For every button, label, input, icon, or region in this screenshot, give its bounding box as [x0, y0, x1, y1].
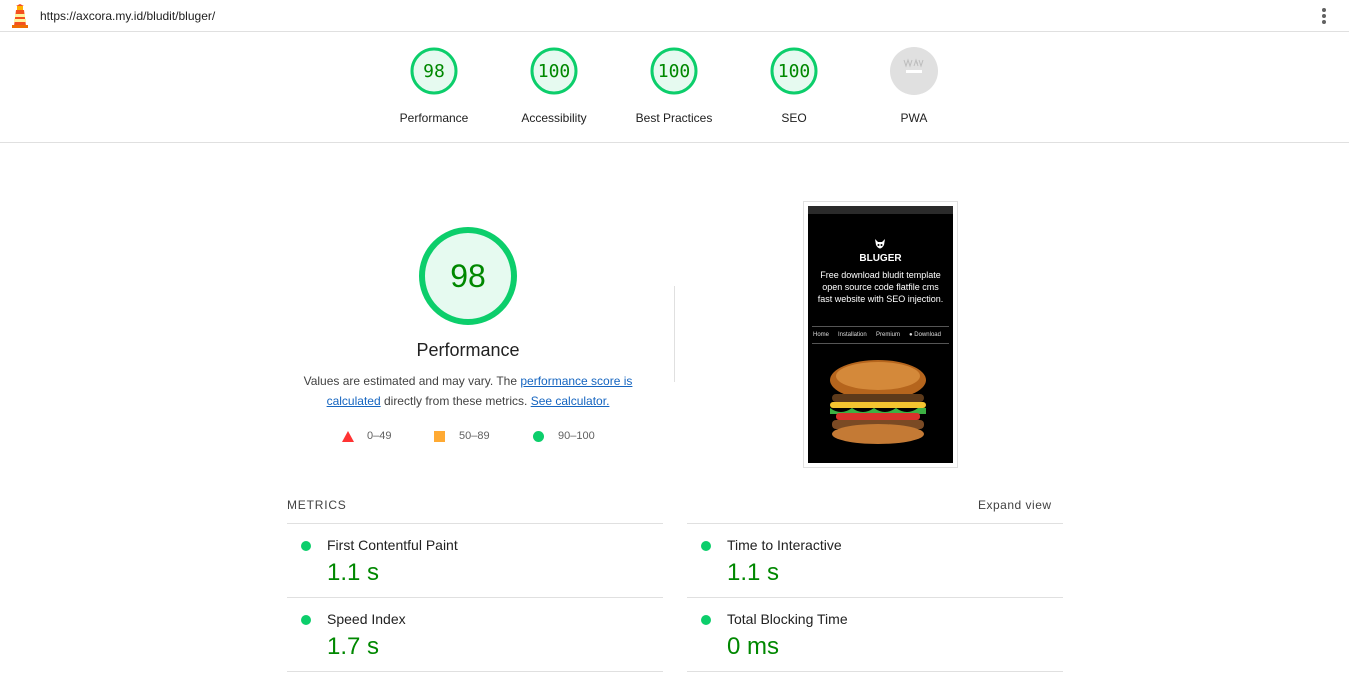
burger-image	[830, 360, 926, 444]
gauge-performance[interactable]: 98 Performance	[384, 46, 484, 125]
gauge-seo[interactable]: 100 SEO	[744, 46, 844, 125]
score-value: 100	[778, 61, 811, 82]
metric-name: Total Blocking Time	[727, 611, 848, 627]
screenshot-tagline: Free download bludit template open sourc…	[817, 270, 944, 304]
triangle-icon	[342, 431, 354, 442]
screenshot-nav: Home Installation Premium ● Download	[812, 326, 949, 344]
metric-speed-index: Speed Index 1.7 s	[287, 598, 663, 672]
gauge-label: Performance	[399, 111, 469, 125]
score-ring: 100	[530, 47, 578, 95]
gauge-label: Best Practices	[635, 111, 713, 125]
divider	[287, 671, 663, 672]
metric-first-contentful-paint: First Contentful Paint 1.1 s	[287, 524, 663, 598]
pwa-icon	[890, 47, 938, 95]
metric-name: First Contentful Paint	[327, 537, 458, 553]
score-ring: 98	[410, 47, 458, 95]
pass-circle-icon	[301, 541, 311, 551]
screenshot-nav-item: Home	[813, 332, 830, 338]
metric-name: Time to Interactive	[727, 537, 842, 553]
performance-gauge: 98	[419, 227, 517, 325]
page-url: https://axcora.my.id/bludit/bluger/	[40, 9, 216, 23]
metric-time-to-interactive: Time to Interactive 1.1 s	[687, 524, 1063, 598]
screenshot-nav-item: ● Download	[909, 332, 941, 338]
pass-circle-icon	[301, 615, 311, 625]
screenshot-nav-item: Premium	[876, 332, 901, 338]
screenshot-content: BLUGER Free download bludit template ope…	[808, 206, 953, 463]
divider	[674, 286, 675, 382]
legend-label: 90–100	[558, 430, 595, 442]
screenshot-topbar	[808, 206, 953, 214]
legend-label: 0–49	[367, 430, 392, 442]
expand-view-toggle[interactable]: Expand view	[978, 498, 1052, 512]
gauge-accessibility[interactable]: 100 Accessibility	[504, 46, 604, 125]
pass-circle-icon	[701, 615, 711, 625]
gauge-pwa[interactable]: PWA	[864, 46, 964, 125]
performance-title: Performance	[416, 340, 520, 360]
screenshot-brand: BLUGER	[859, 253, 902, 264]
gauge-label: SEO	[781, 111, 807, 125]
score-value: 100	[658, 61, 691, 82]
top-bar: https://axcora.my.id/bludit/bluger/	[0, 0, 1349, 32]
kebab-menu-icon[interactable]	[1316, 6, 1332, 26]
score-ring: 100	[650, 47, 698, 95]
final-screenshot[interactable]: BLUGER Free download bludit template ope…	[803, 201, 958, 468]
metric-value: 1.7 s	[327, 633, 380, 660]
metric-value: 1.1 s	[327, 559, 380, 586]
lighthouse-icon	[12, 4, 28, 28]
metrics-heading: METRICS	[287, 498, 347, 512]
desc-text: directly from these metrics.	[380, 394, 531, 408]
metric-value: 0 ms	[727, 633, 780, 660]
metric-value: 1.1 s	[727, 559, 780, 586]
bluger-logo-icon	[875, 239, 885, 249]
performance-score: 98	[450, 258, 486, 294]
metric-name: Speed Index	[327, 611, 406, 627]
metric-total-blocking-time: Total Blocking Time 0 ms	[687, 598, 1063, 672]
gauge-label: Accessibility	[521, 111, 587, 125]
divider	[687, 671, 1063, 672]
gauge-label: PWA	[900, 111, 928, 125]
screenshot-nav-label: Download	[914, 332, 941, 338]
scores-header: 98 Performance 100 Accessibility 100 Bes…	[0, 32, 1349, 143]
performance-description: Values are estimated and may vary. The p…	[290, 371, 646, 411]
score-ring: 100	[770, 47, 818, 95]
gauge-best-practices[interactable]: 100 Best Practices	[624, 46, 724, 125]
pass-circle-icon	[701, 541, 711, 551]
see-calculator-link[interactable]: See calculator.	[531, 394, 610, 408]
score-value: 100	[538, 61, 571, 82]
score-value: 98	[423, 61, 445, 82]
screenshot-nav-item: Installation	[838, 332, 867, 338]
desc-text: Values are estimated and may vary. The	[303, 374, 521, 388]
square-icon	[434, 431, 445, 442]
circle-icon	[533, 431, 544, 442]
legend-label: 50–89	[459, 430, 490, 442]
